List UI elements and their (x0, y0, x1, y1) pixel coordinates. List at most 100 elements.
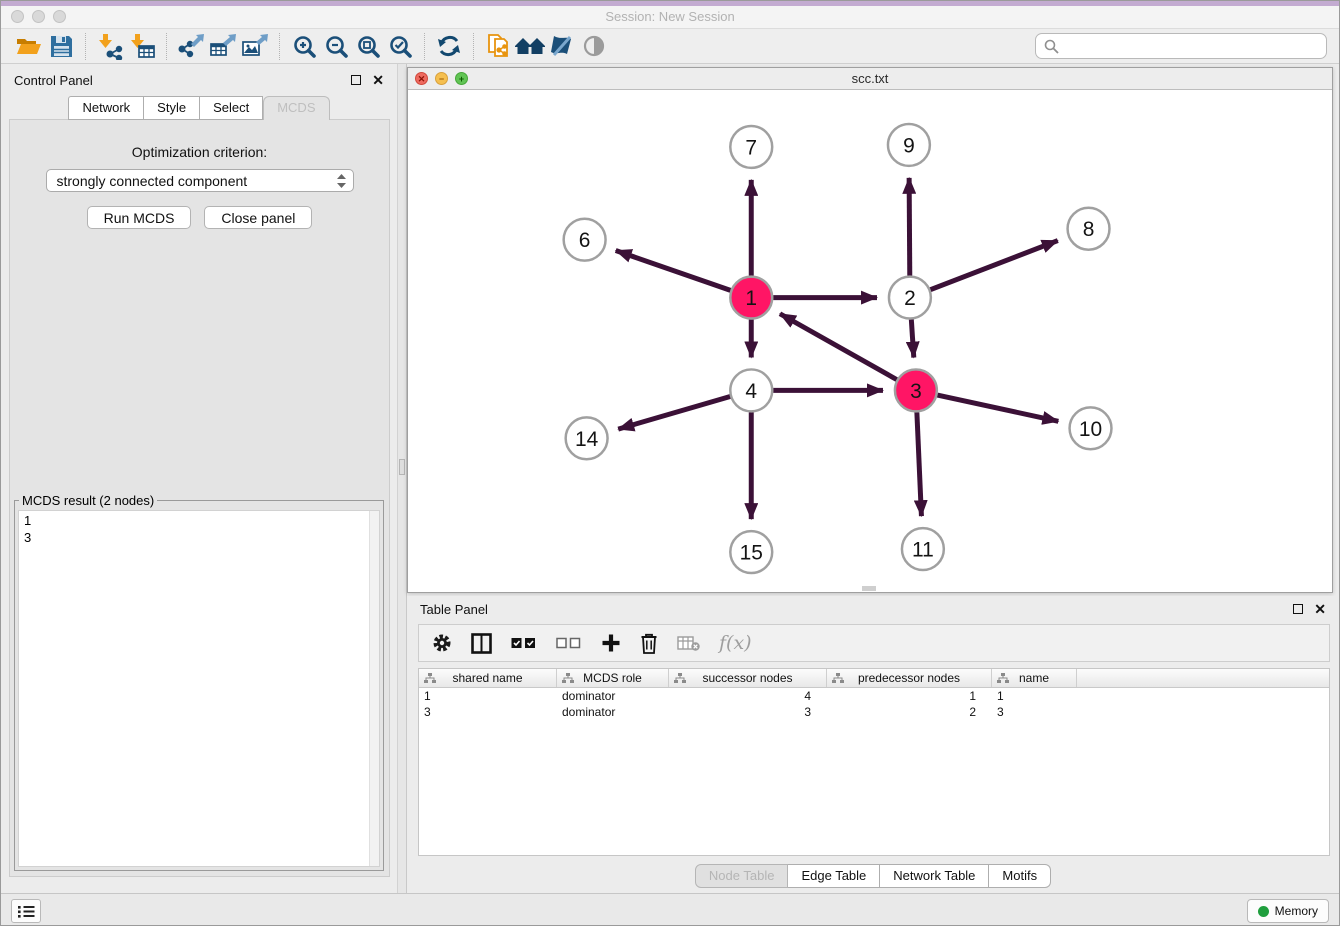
minimize-window-button[interactable] (32, 10, 45, 23)
select-all-button[interactable] (511, 637, 537, 649)
export-image-button[interactable] (239, 31, 271, 61)
column-header-MCDS-role[interactable]: MCDS role (557, 669, 669, 687)
import-table-icon (129, 33, 156, 60)
cell-MCDS-role[interactable]: dominator (557, 704, 669, 720)
open-folder-icon (16, 34, 42, 58)
network-window-controls: ✕ − + (415, 72, 468, 85)
table-row[interactable]: 1dominator411 (419, 688, 1329, 704)
node-table[interactable]: shared nameMCDS rolesuccessor nodesprede… (418, 668, 1330, 856)
network-canvas[interactable]: 7968124314101511 (408, 90, 1332, 592)
column-header-successor-nodes[interactable]: successor nodes (669, 669, 827, 687)
column-header-predecessor-nodes[interactable]: predecessor nodes (827, 669, 992, 687)
control-tab-style[interactable]: Style (144, 96, 200, 120)
table-tab-motifs[interactable]: Motifs (989, 864, 1051, 888)
function-builder-button[interactable]: f(x) (719, 632, 752, 654)
edge-4-14[interactable] (618, 397, 730, 430)
close-panel-icon[interactable]: ✕ (372, 75, 384, 85)
edge-3-1[interactable] (780, 314, 897, 380)
mcds-result-title: MCDS result (2 nodes) (19, 493, 157, 508)
show-columns-button[interactable] (471, 633, 492, 654)
h-scrollbar-thumb[interactable] (862, 586, 876, 591)
result-scrollbar[interactable] (369, 511, 379, 866)
control-tab-mcds[interactable]: MCDS (263, 96, 329, 120)
edge-2-8[interactable] (930, 241, 1057, 290)
duplicate-network-button[interactable] (482, 31, 514, 61)
network-graph[interactable]: 7968124314101511 (408, 90, 1332, 592)
delete-row-button[interactable] (640, 633, 658, 654)
show-panels-button[interactable] (11, 899, 41, 923)
control-panel: Control Panel ✕ NetworkStyleSelectMCDS O… (1, 64, 397, 893)
table-panel-title: Table Panel (420, 602, 488, 617)
edge-2-9[interactable] (909, 178, 910, 276)
cell-predecessor-nodes[interactable]: 2 (827, 704, 992, 720)
network-minimize-button[interactable]: − (435, 72, 448, 85)
table-settings-button[interactable] (432, 633, 452, 653)
level-of-detail-button[interactable] (578, 31, 610, 61)
homes-icon (514, 34, 546, 58)
zoom-fit-button[interactable] (352, 31, 384, 61)
add-row-button[interactable] (601, 633, 621, 653)
zoom-selected-button[interactable] (384, 31, 416, 61)
zoom-selected-icon (388, 34, 413, 59)
search-input[interactable] (1064, 39, 1318, 54)
edge-2-3[interactable] (911, 320, 913, 358)
column-header-shared-name[interactable]: shared name (419, 669, 557, 687)
network-window-title: scc.txt (408, 68, 1332, 89)
cell-successor-nodes[interactable]: 4 (669, 688, 827, 704)
zoom-out-button[interactable] (320, 31, 352, 61)
hide-graphics-button[interactable] (546, 31, 578, 61)
cell-predecessor-nodes[interactable]: 1 (827, 688, 992, 704)
search-box[interactable] (1035, 33, 1327, 59)
refresh-view-button[interactable] (433, 31, 465, 61)
save-icon (50, 35, 73, 58)
close-table-panel-icon[interactable]: ✕ (1314, 604, 1326, 614)
float-panel-icon[interactable] (351, 75, 361, 85)
edge-1-6[interactable] (616, 251, 731, 291)
save-session-button[interactable] (45, 31, 77, 61)
delete-table-button[interactable] (677, 635, 700, 651)
edge-3-10[interactable] (937, 395, 1058, 421)
close-panel-button[interactable]: Close panel (204, 206, 312, 229)
table-tab-network-table[interactable]: Network Table (880, 864, 989, 888)
app-window: Session: New Session (0, 0, 1340, 926)
cell-successor-nodes[interactable]: 3 (669, 704, 827, 720)
table-toolbar: f(x) (418, 624, 1330, 662)
deselect-all-button[interactable] (556, 637, 582, 649)
optimization-select[interactable]: strongly connected component (46, 169, 354, 192)
window-controls (11, 10, 66, 23)
mcds-result-box[interactable]: 13 (18, 510, 380, 867)
control-tab-network[interactable]: Network (68, 96, 144, 120)
table-tab-node-table[interactable]: Node Table (695, 864, 789, 888)
column-header-name[interactable]: name (992, 669, 1077, 687)
float-table-panel-icon[interactable] (1293, 604, 1303, 614)
panel-splitter[interactable] (397, 64, 407, 893)
cell-name[interactable]: 1 (992, 688, 1077, 704)
cell-shared-name[interactable]: 3 (419, 704, 557, 720)
zoom-fit-icon (356, 34, 381, 59)
cell-shared-name[interactable]: 1 (419, 688, 557, 704)
control-tab-select[interactable]: Select (200, 96, 263, 120)
cell-name[interactable]: 3 (992, 704, 1077, 720)
import-network-button[interactable] (94, 31, 126, 61)
first-neighbors-button[interactable] (514, 31, 546, 61)
import-table-button[interactable] (126, 31, 158, 61)
control-panel-header: Control Panel ✕ (1, 64, 397, 96)
node-label-10: 10 (1079, 418, 1102, 441)
network-close-button[interactable]: ✕ (415, 72, 428, 85)
run-mcds-button[interactable]: Run MCDS (87, 206, 192, 229)
splitter-grip[interactable] (399, 459, 405, 475)
edge-3-11[interactable] (917, 412, 922, 516)
zoom-window-button[interactable] (53, 10, 66, 23)
close-window-button[interactable] (11, 10, 24, 23)
table-row[interactable]: 3dominator323 (419, 704, 1329, 720)
zoom-in-button[interactable] (288, 31, 320, 61)
gear-icon (432, 633, 452, 653)
export-table-button[interactable] (207, 31, 239, 61)
open-session-button[interactable] (13, 31, 45, 61)
memory-button[interactable]: Memory (1247, 899, 1329, 923)
table-tab-edge-table[interactable]: Edge Table (788, 864, 880, 888)
export-network-button[interactable] (175, 31, 207, 61)
cell-MCDS-role[interactable]: dominator (557, 688, 669, 704)
checked-boxes-icon (511, 637, 537, 649)
network-maximize-button[interactable]: + (455, 72, 468, 85)
